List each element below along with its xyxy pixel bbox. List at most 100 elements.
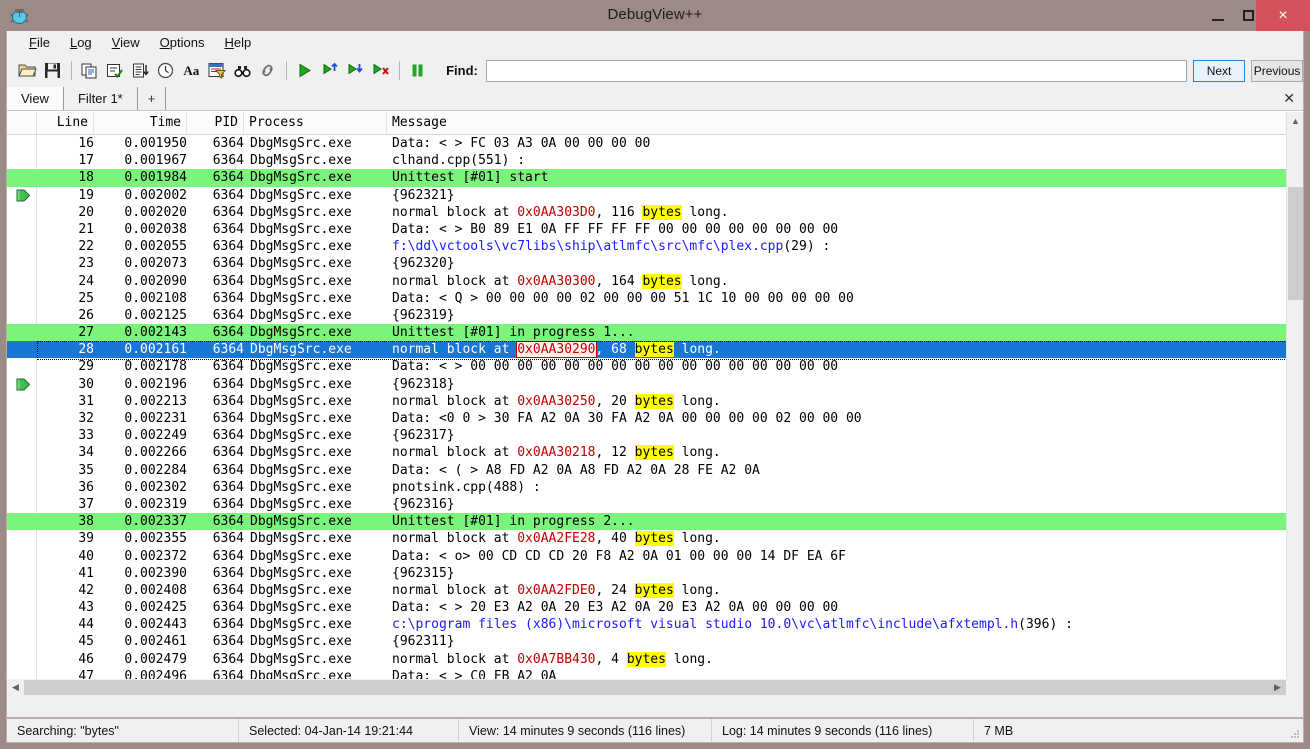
table-row[interactable]: 270.0021436364DbgMsgSrc.exeUnittest [#01…: [7, 324, 1303, 341]
table-row[interactable]: 170.0019676364DbgMsgSrc.execlhand.cpp(55…: [7, 152, 1303, 169]
table-row[interactable]: 440.0024436364DbgMsgSrc.exec:\program fi…: [7, 616, 1303, 633]
cell-pid: 6364: [192, 152, 244, 169]
tab-add[interactable]: +: [138, 87, 167, 110]
cell-time: 0.002125: [99, 307, 187, 324]
cell-line: 18: [37, 169, 94, 186]
close-tab-icon[interactable]: ✕: [1283, 90, 1295, 107]
find-binoculars-icon[interactable]: [231, 58, 255, 83]
cell-line: 20: [37, 204, 94, 221]
cell-time: 0.002319: [99, 496, 187, 513]
vertical-scrollbar[interactable]: ▲ ▼: [1286, 112, 1303, 696]
link-up-icon[interactable]: [318, 58, 342, 83]
cell-process: DbgMsgSrc.exe: [250, 582, 352, 599]
search-input[interactable]: [486, 60, 1187, 82]
cell-pid: 6364: [192, 238, 244, 255]
table-row[interactable]: 300.0021966364DbgMsgSrc.exe{962318}: [7, 376, 1303, 393]
pause-icon[interactable]: [406, 58, 430, 83]
cell-line: 44: [37, 616, 94, 633]
table-row[interactable]: 210.0020386364DbgMsgSrc.exe Data: < > B0…: [7, 221, 1303, 238]
link-icon[interactable]: [256, 58, 280, 83]
scroll-right-icon[interactable]: ▶: [1269, 679, 1286, 696]
menu-log[interactable]: Log: [60, 33, 102, 52]
save-file-icon[interactable]: [41, 58, 65, 83]
menu-file[interactable]: File: [19, 33, 60, 52]
table-row[interactable]: 350.0022846364DbgMsgSrc.exe Data: < ( > …: [7, 462, 1303, 479]
table-row[interactable]: 160.0019506364DbgMsgSrc.exe Data: < > FC…: [7, 135, 1303, 152]
scroll-up-icon[interactable]: ▲: [1287, 112, 1303, 129]
table-row[interactable]: 280.0021616364DbgMsgSrc.exenormal block …: [7, 341, 1303, 358]
link-delete-icon[interactable]: [369, 58, 393, 83]
menu-help[interactable]: Help: [214, 33, 261, 52]
link-down-icon[interactable]: [344, 58, 368, 83]
cell-process: DbgMsgSrc.exe: [250, 599, 352, 616]
table-row[interactable]: 180.0019846364DbgMsgSrc.exeUnittest [#01…: [7, 169, 1303, 186]
clear-view-icon[interactable]: [103, 58, 127, 83]
table-row[interactable]: 250.0021086364DbgMsgSrc.exe Data: < Q > …: [7, 290, 1303, 307]
col-header-line[interactable]: Line: [37, 112, 94, 134]
table-row[interactable]: 230.0020736364DbgMsgSrc.exe{962320}: [7, 255, 1303, 272]
font-icon[interactable]: Aa: [180, 58, 204, 83]
cell-time: 0.002408: [99, 582, 187, 599]
col-header-process[interactable]: Process: [244, 112, 387, 134]
copy-icon[interactable]: [78, 58, 102, 83]
table-row[interactable]: 390.0023556364DbgMsgSrc.exenormal block …: [7, 530, 1303, 547]
horizontal-scrollbar[interactable]: ◀ ▶: [7, 679, 1303, 696]
table-row[interactable]: 310.0022136364DbgMsgSrc.exenormal block …: [7, 393, 1303, 410]
table-row[interactable]: 430.0024256364DbgMsgSrc.exe Data: < > 20…: [7, 599, 1303, 616]
col-header-time[interactable]: Time: [94, 112, 187, 134]
filter-icon[interactable]: [205, 58, 229, 83]
cell-message: normal block at 0x0AA30290, 68 bytes lon…: [392, 341, 721, 358]
title-bar[interactable]: DebugView++ ×: [0, 0, 1310, 31]
close-button[interactable]: ×: [1256, 0, 1310, 31]
table-row[interactable]: 460.0024796364DbgMsgSrc.exenormal block …: [7, 651, 1303, 668]
table-row[interactable]: 380.0023376364DbgMsgSrc.exeUnittest [#01…: [7, 513, 1303, 530]
table-row[interactable]: 200.0020206364DbgMsgSrc.exenormal block …: [7, 204, 1303, 221]
cell-message: clhand.cpp(551) :: [392, 152, 525, 169]
open-file-icon[interactable]: [16, 58, 40, 83]
table-row[interactable]: 260.0021256364DbgMsgSrc.exe{962319}: [7, 307, 1303, 324]
cell-time: 0.002231: [99, 410, 187, 427]
menu-options[interactable]: Options: [150, 33, 215, 52]
cell-pid: 6364: [192, 204, 244, 221]
table-row[interactable]: 360.0023026364DbgMsgSrc.exepnotsink.cpp(…: [7, 479, 1303, 496]
table-row[interactable]: 330.0022496364DbgMsgSrc.exe{962317}: [7, 427, 1303, 444]
table-row[interactable]: 400.0023726364DbgMsgSrc.exe Data: < o> 0…: [7, 548, 1303, 565]
table-row[interactable]: 220.0020556364DbgMsgSrc.exef:\dd\vctools…: [7, 238, 1303, 255]
log-rows[interactable]: 160.0019506364DbgMsgSrc.exe Data: < > FC…: [7, 135, 1303, 696]
table-row[interactable]: 410.0023906364DbgMsgSrc.exe{962315}: [7, 565, 1303, 582]
scroll-to-end-icon[interactable]: [129, 58, 153, 83]
table-row[interactable]: 290.0021786364DbgMsgSrc.exe Data: < > 00…: [7, 358, 1303, 375]
vertical-scroll-thumb[interactable]: [1288, 187, 1303, 300]
cell-process: DbgMsgSrc.exe: [250, 290, 352, 307]
tab-filter1[interactable]: Filter 1*: [64, 87, 138, 110]
horizontal-scroll-thumb[interactable]: [24, 680, 1286, 695]
clock-icon[interactable]: [154, 58, 178, 83]
table-row[interactable]: 370.0023196364DbgMsgSrc.exe{962316}: [7, 496, 1303, 513]
play-icon[interactable]: [293, 58, 317, 83]
table-row[interactable]: 340.0022666364DbgMsgSrc.exenormal block …: [7, 444, 1303, 461]
table-row[interactable]: 240.0020906364DbgMsgSrc.exenormal block …: [7, 273, 1303, 290]
cell-time: 0.002108: [99, 290, 187, 307]
cell-pid: 6364: [192, 616, 244, 633]
col-header-message[interactable]: Message: [387, 112, 1286, 134]
table-row[interactable]: 450.0024616364DbgMsgSrc.exe{962311}: [7, 633, 1303, 650]
tab-bar: View Filter 1* + ✕: [7, 87, 1303, 111]
find-next-button[interactable]: Next: [1193, 60, 1245, 82]
resize-grip-icon[interactable]: [1288, 727, 1300, 739]
menu-view[interactable]: View: [102, 33, 150, 52]
cell-pid: 6364: [192, 255, 244, 272]
table-row[interactable]: 320.0022316364DbgMsgSrc.exe Data: <0 0 >…: [7, 410, 1303, 427]
scroll-left-icon[interactable]: ◀: [7, 679, 24, 696]
tab-view[interactable]: View: [7, 87, 64, 110]
cell-line: 33: [37, 427, 94, 444]
bookmark-arrow-icon[interactable]: [16, 189, 31, 202]
table-row[interactable]: 190.0020026364DbgMsgSrc.exe{962321}: [7, 187, 1303, 204]
minimize-icon: [1212, 19, 1224, 21]
col-header-pid[interactable]: PID: [187, 112, 244, 134]
cell-process: DbgMsgSrc.exe: [250, 152, 352, 169]
find-previous-button[interactable]: Previous: [1251, 60, 1303, 82]
cell-pid: 6364: [192, 479, 244, 496]
table-row[interactable]: 420.0024086364DbgMsgSrc.exenormal block …: [7, 582, 1303, 599]
cell-message: {962320}: [392, 255, 455, 272]
bookmark-arrow-icon[interactable]: [16, 378, 31, 391]
